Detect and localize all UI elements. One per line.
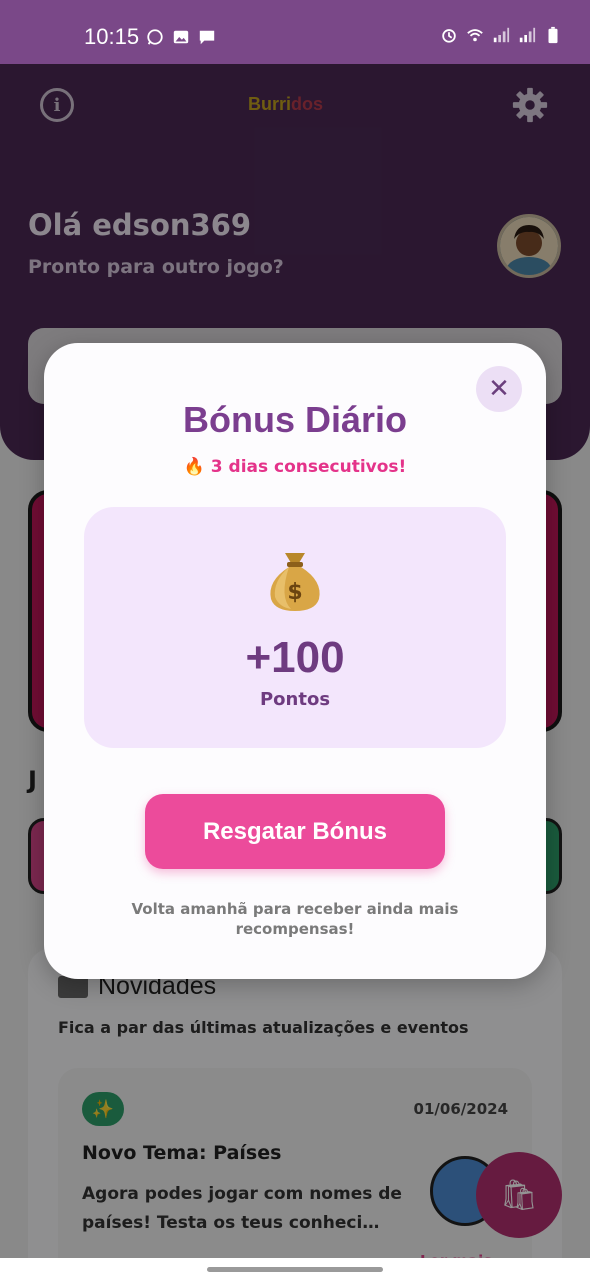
svg-text:$: $ [287, 580, 302, 605]
streak-text: 🔥 3 dias consecutivos! [183, 457, 407, 477]
battery-icon [548, 26, 558, 44]
gesture-handle[interactable] [207, 1267, 383, 1272]
system-icons [440, 26, 562, 44]
points-label: Pontos [259, 689, 331, 710]
claim-bonus-button[interactable]: Resgatar Bónus [145, 794, 445, 869]
dialog-title: Bónus Diário [182, 399, 407, 440]
money-bag-icon: $ [270, 553, 320, 611]
daily-bonus-dialog: ✕ Bónus Diário 🔥 3 dias consecutivos! $ … [44, 343, 546, 979]
dialog-footnote: Volta amanhã para receber ainda mais rec… [131, 900, 459, 938]
message-icon [199, 30, 215, 45]
alarm-icon [442, 29, 456, 43]
signal-icon [519, 27, 536, 43]
bonus-reward-box: $ +100 Pontos [84, 507, 506, 748]
whatsapp-icon [147, 29, 163, 45]
image-icon [173, 30, 189, 44]
notification-icons [146, 28, 216, 46]
status-bar: 10:15 [0, 0, 590, 64]
status-time: 10:15 [84, 24, 140, 49]
signal-icon [493, 27, 510, 43]
wifi-icon [467, 29, 483, 42]
bonus-amount: +100 [245, 633, 345, 682]
